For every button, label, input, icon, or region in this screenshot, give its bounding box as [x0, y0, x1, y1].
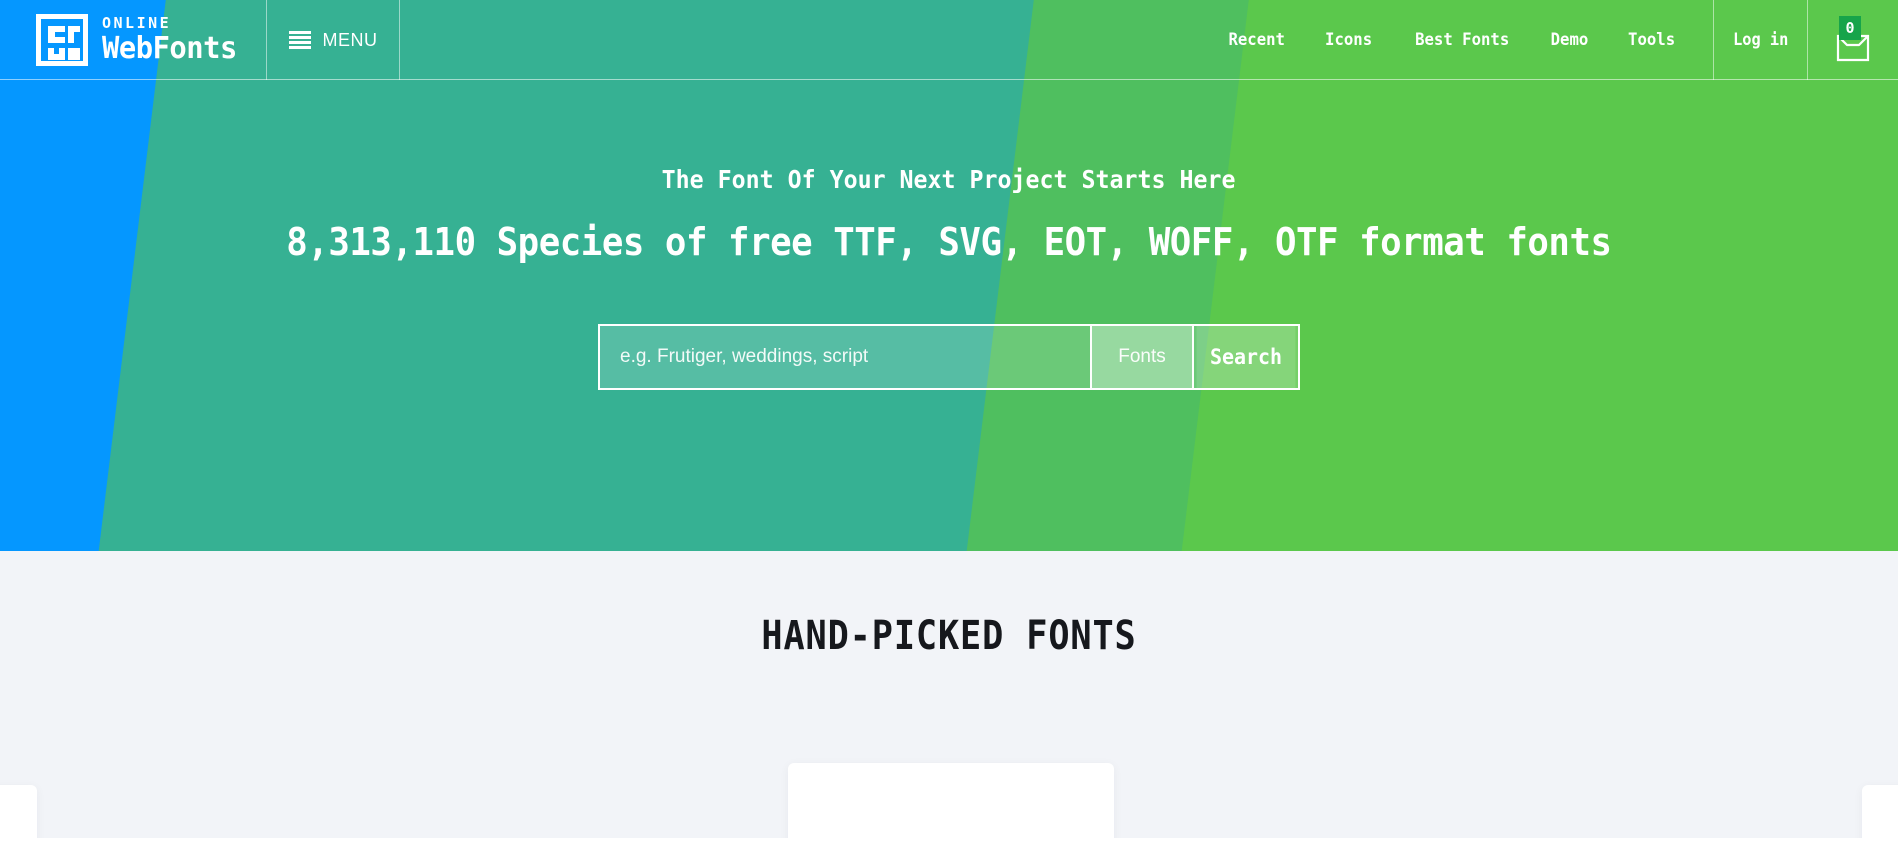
- search-bar: Fonts Search: [598, 324, 1300, 390]
- logo-wordmark: ONLINE WebFonts: [102, 16, 243, 64]
- cart-count-badge: 0: [1839, 16, 1861, 40]
- cart-icon-wrapper: 0: [1830, 16, 1876, 64]
- hero-title: 8,313,110 Species of free TTF, SVG, EOT,…: [286, 220, 1612, 264]
- search-type-dropdown[interactable]: Fonts: [1090, 326, 1194, 388]
- menu-button-label: MENU: [322, 29, 378, 50]
- page-bottom-area: [0, 838, 1898, 866]
- header-bottom-rule: [0, 79, 1898, 80]
- menu-button[interactable]: MENU: [266, 0, 400, 80]
- logo-line-online: ONLINE: [102, 14, 172, 32]
- login-button[interactable]: Log in: [1713, 0, 1808, 80]
- login-button-label: Log in: [1732, 30, 1789, 50]
- search-input[interactable]: [600, 326, 1090, 388]
- hero-subtitle: The Font Of Your Next Project Starts Her…: [662, 165, 1236, 194]
- section-title: HAND-PICKED FONTS: [761, 613, 1137, 659]
- logo[interactable]: ONLINE WebFonts: [0, 0, 266, 80]
- primary-nav: Recent Icons Best Fonts Demo Tools: [1226, 0, 1713, 80]
- logo-line-webfonts: WebFonts: [102, 31, 237, 66]
- search-button[interactable]: Search: [1196, 326, 1296, 388]
- cart-button[interactable]: 0: [1808, 0, 1898, 80]
- nav-item-demo[interactable]: Demo: [1550, 30, 1588, 50]
- site-header: ONLINE WebFonts MENU Recent Icons Best F…: [0, 0, 1898, 80]
- webfonts-logo-icon: [36, 14, 88, 66]
- hamburger-icon: [288, 31, 311, 49]
- nav-item-best-fonts[interactable]: Best Fonts: [1415, 30, 1509, 50]
- page-root: ONLINE WebFonts MENU Recent Icons Best F…: [0, 0, 1898, 866]
- nav-item-tools[interactable]: Tools: [1628, 30, 1675, 50]
- nav-item-icons[interactable]: Icons: [1325, 30, 1372, 50]
- hero-content: The Font Of Your Next Project Starts Her…: [0, 0, 1898, 551]
- nav-item-recent[interactable]: Recent: [1228, 30, 1285, 50]
- header-spacer: [400, 0, 1226, 80]
